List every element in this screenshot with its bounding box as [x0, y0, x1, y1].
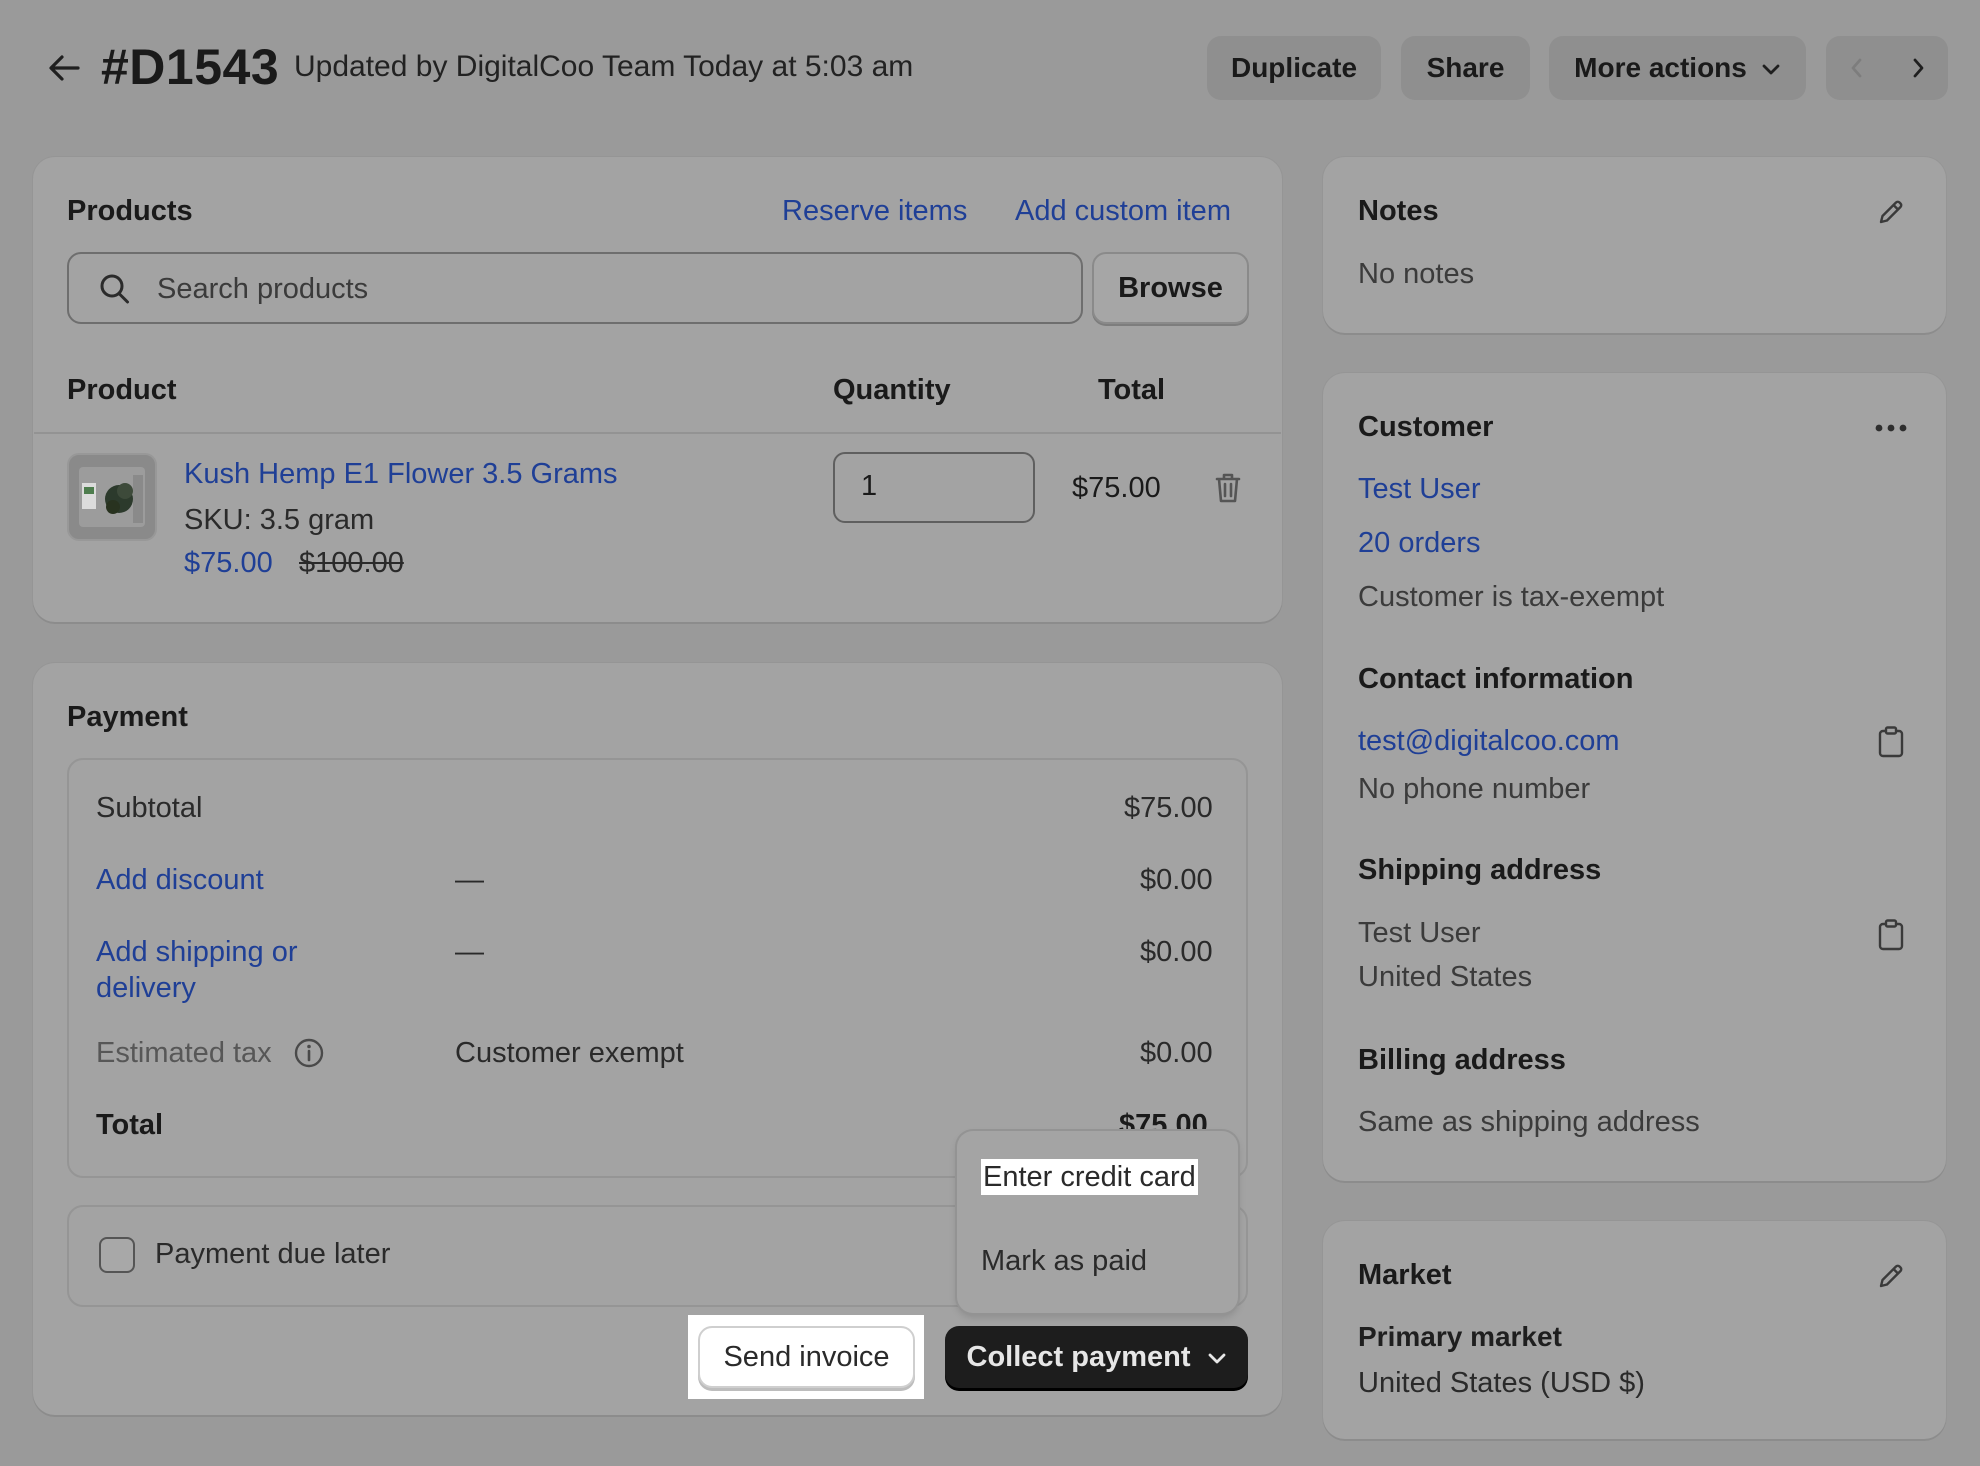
column-header-quantity: Quantity: [833, 374, 951, 406]
collect-payment-button[interactable]: Collect payment: [945, 1326, 1248, 1388]
add-custom-item-link[interactable]: Add custom item: [1015, 195, 1231, 228]
search-icon: [99, 273, 131, 312]
chevron-down-icon: [1761, 52, 1781, 84]
share-label: Share: [1426, 52, 1505, 83]
chevron-down-icon: [1207, 1341, 1227, 1374]
product-price: $75.00: [184, 547, 273, 579]
add-shipping-label-line1: Add shipping or: [96, 936, 298, 968]
products-title: Products: [67, 195, 193, 227]
contact-information-title: Contact information: [1358, 663, 1634, 695]
search-products-field[interactable]: [67, 252, 1083, 324]
mark-as-paid-label: Mark as paid: [981, 1245, 1148, 1277]
collect-payment-label: Collect payment: [966, 1340, 1191, 1373]
search-input[interactable]: [157, 270, 1037, 308]
clipboard-icon[interactable]: [1871, 722, 1911, 762]
subtotal-value: $75.00: [1124, 792, 1213, 824]
shipping-value: $0.00: [1140, 936, 1213, 968]
trash-icon[interactable]: [1208, 468, 1248, 508]
customer-title: Customer: [1358, 411, 1494, 443]
column-header-total: Total: [1098, 374, 1166, 406]
order-pager: [1826, 36, 1948, 100]
share-button[interactable]: Share: [1401, 36, 1530, 100]
shipping-address-title: Shipping address: [1358, 854, 1602, 886]
browse-button[interactable]: Browse: [1092, 252, 1249, 324]
send-invoice-label: Send invoice: [723, 1340, 890, 1373]
product-name-link[interactable]: Kush Hemp E1 Flower 3.5 Grams: [184, 458, 618, 491]
product-total: $75.00: [1072, 472, 1161, 504]
customer-email-link[interactable]: test@digitalcoo.com: [1358, 725, 1620, 758]
billing-text: Same as shipping address: [1358, 1106, 1700, 1138]
enter-credit-card-label: Enter credit card: [981, 1159, 1198, 1195]
duplicate-button[interactable]: Duplicate: [1207, 36, 1381, 100]
customer-tax-status: Customer is tax-exempt: [1358, 581, 1665, 613]
reserve-items-link[interactable]: Reserve items: [782, 195, 967, 228]
subtotal-label: Subtotal: [96, 792, 203, 824]
notes-card: [1323, 157, 1946, 333]
info-icon[interactable]: [291, 1035, 327, 1071]
payment-due-later-checkbox[interactable]: [99, 1237, 135, 1273]
previous-order-button[interactable]: [1826, 36, 1887, 100]
next-order-button[interactable]: [1887, 36, 1948, 100]
tax-value: $0.00: [1140, 1037, 1213, 1069]
quantity-input[interactable]: 1: [833, 452, 1035, 523]
duplicate-label: Duplicate: [1230, 52, 1358, 83]
collect-payment-menu: Enter credit card Mark as paid: [957, 1131, 1238, 1313]
add-discount-link[interactable]: Add discount: [96, 864, 264, 897]
market-region: United States (USD $): [1358, 1367, 1645, 1399]
market-title: Market: [1358, 1259, 1452, 1291]
tax-exempt-note: Customer exempt: [455, 1037, 684, 1069]
clipboard-icon[interactable]: [1871, 915, 1911, 955]
discount-dash: —: [455, 864, 484, 896]
primary-market-label: Primary market: [1358, 1321, 1562, 1352]
back-arrow-icon[interactable]: [44, 48, 84, 88]
more-actions-label: More actions: [1574, 52, 1747, 83]
chevron-right-icon: [1913, 58, 1923, 78]
browse-label: Browse: [1118, 271, 1223, 304]
notes-text: No notes: [1358, 258, 1475, 290]
customer-orders-link[interactable]: 20 orders: [1358, 527, 1481, 560]
shipping-name: Test User: [1358, 917, 1481, 949]
product-compare-price: $100.00: [299, 547, 404, 579]
mark-as-paid-option[interactable]: Mark as paid: [981, 1245, 1147, 1278]
more-actions-button[interactable]: More actions: [1549, 36, 1806, 100]
customer-name-link[interactable]: Test User: [1358, 473, 1480, 506]
product-sku: SKU: 3.5 gram: [184, 504, 375, 536]
ellipsis-icon[interactable]: [1871, 408, 1911, 448]
column-header-product: Product: [67, 374, 177, 406]
payment-due-later-label: Payment due later: [155, 1238, 391, 1270]
total-label: Total: [96, 1109, 164, 1141]
customer-phone: No phone number: [1358, 773, 1591, 805]
billing-address-title: Billing address: [1358, 1044, 1566, 1076]
table-divider: [34, 432, 1281, 434]
pencil-icon[interactable]: [1871, 192, 1911, 232]
add-shipping-label-line2: delivery: [96, 972, 196, 1004]
enter-credit-card-option[interactable]: Enter credit card: [981, 1159, 1198, 1195]
pencil-icon[interactable]: [1871, 1256, 1911, 1296]
shipping-dash: —: [455, 936, 484, 968]
order-id: #D1543: [101, 39, 280, 95]
shipping-country: United States: [1358, 961, 1533, 993]
notes-title: Notes: [1358, 195, 1439, 227]
chevron-left-icon: [1851, 58, 1861, 78]
discount-value: $0.00: [1140, 864, 1213, 896]
estimated-tax-label: Estimated tax: [96, 1037, 272, 1069]
order-subtitle: Updated by DigitalCoo Team Today at 5:03…: [294, 50, 914, 83]
send-invoice-button[interactable]: Send invoice: [698, 1326, 915, 1388]
payment-title: Payment: [67, 701, 188, 733]
product-thumbnail: [67, 453, 157, 541]
